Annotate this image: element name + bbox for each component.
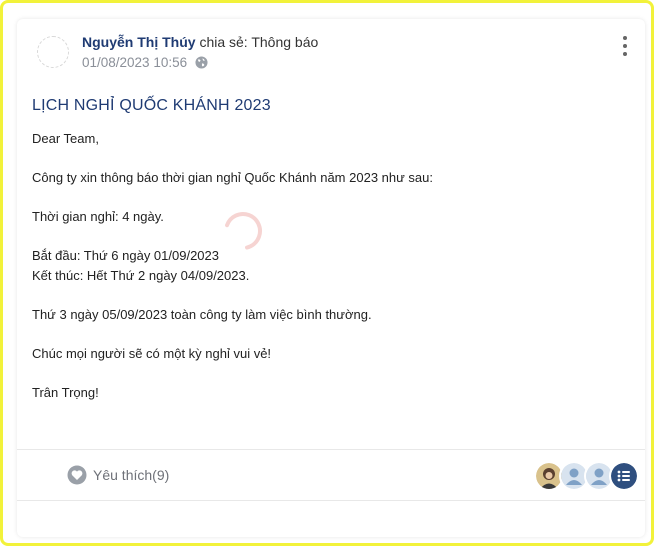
post-header: Nguyễn Thị Thúy chia sẻ: Thông báo (82, 34, 318, 50)
post-title: LỊCH NGHỈ QUỐC KHÁNH 2023 (32, 97, 271, 114)
body-line: Công ty xin thông báo thời gian nghỉ Quố… (32, 170, 434, 185)
divider (17, 449, 645, 450)
more-options-button[interactable] (619, 36, 631, 56)
body-line: Bắt đầu: Thứ 6 ngày 01/09/2023 (32, 248, 219, 263)
list-icon (611, 463, 637, 489)
loading-spinner-icon (223, 212, 262, 250)
post-card: Nguyễn Thị Thúy chia sẻ: Thông báo 01/08… (17, 19, 645, 537)
body-line: Thứ 3 ngày 05/09/2023 toàn công ty làm v… (32, 306, 372, 322)
body-line: Chúc mọi người sẽ có một kỳ nghỉ vui vẻ! (32, 345, 272, 361)
post-meta: 01/08/2023 10:56 (82, 55, 208, 70)
post-date: 01/08/2023 10:56 (82, 55, 188, 70)
body-line: Kết thúc: Hết Thứ 2 ngày 04/09/2023. (32, 267, 250, 283)
share-text: chia sẻ: Thông báo (199, 34, 319, 50)
divider (17, 500, 645, 501)
reactor-avatars[interactable] (534, 461, 639, 491)
globe-icon (195, 56, 208, 69)
reactors-list-button[interactable] (609, 461, 639, 491)
heart-icon (67, 465, 87, 485)
body-line: Dear Team, (32, 131, 99, 146)
post-body: Dear Team, Công ty xin thông báo thời gia… (32, 129, 622, 402)
more-vert-icon (623, 36, 627, 40)
body-line: Trân Trọng! (32, 384, 99, 400)
author-name[interactable]: Nguyễn Thị Thúy (82, 34, 196, 50)
highlight-frame: Nguyễn Thị Thúy chia sẻ: Thông báo 01/08… (0, 0, 654, 546)
body-line: Thời gian nghỉ: 4 ngày. (32, 209, 164, 224)
like-button[interactable]: Yêu thích(9) (67, 465, 169, 485)
like-label: Yêu thích(9) (93, 467, 170, 483)
author-avatar[interactable] (37, 36, 69, 68)
